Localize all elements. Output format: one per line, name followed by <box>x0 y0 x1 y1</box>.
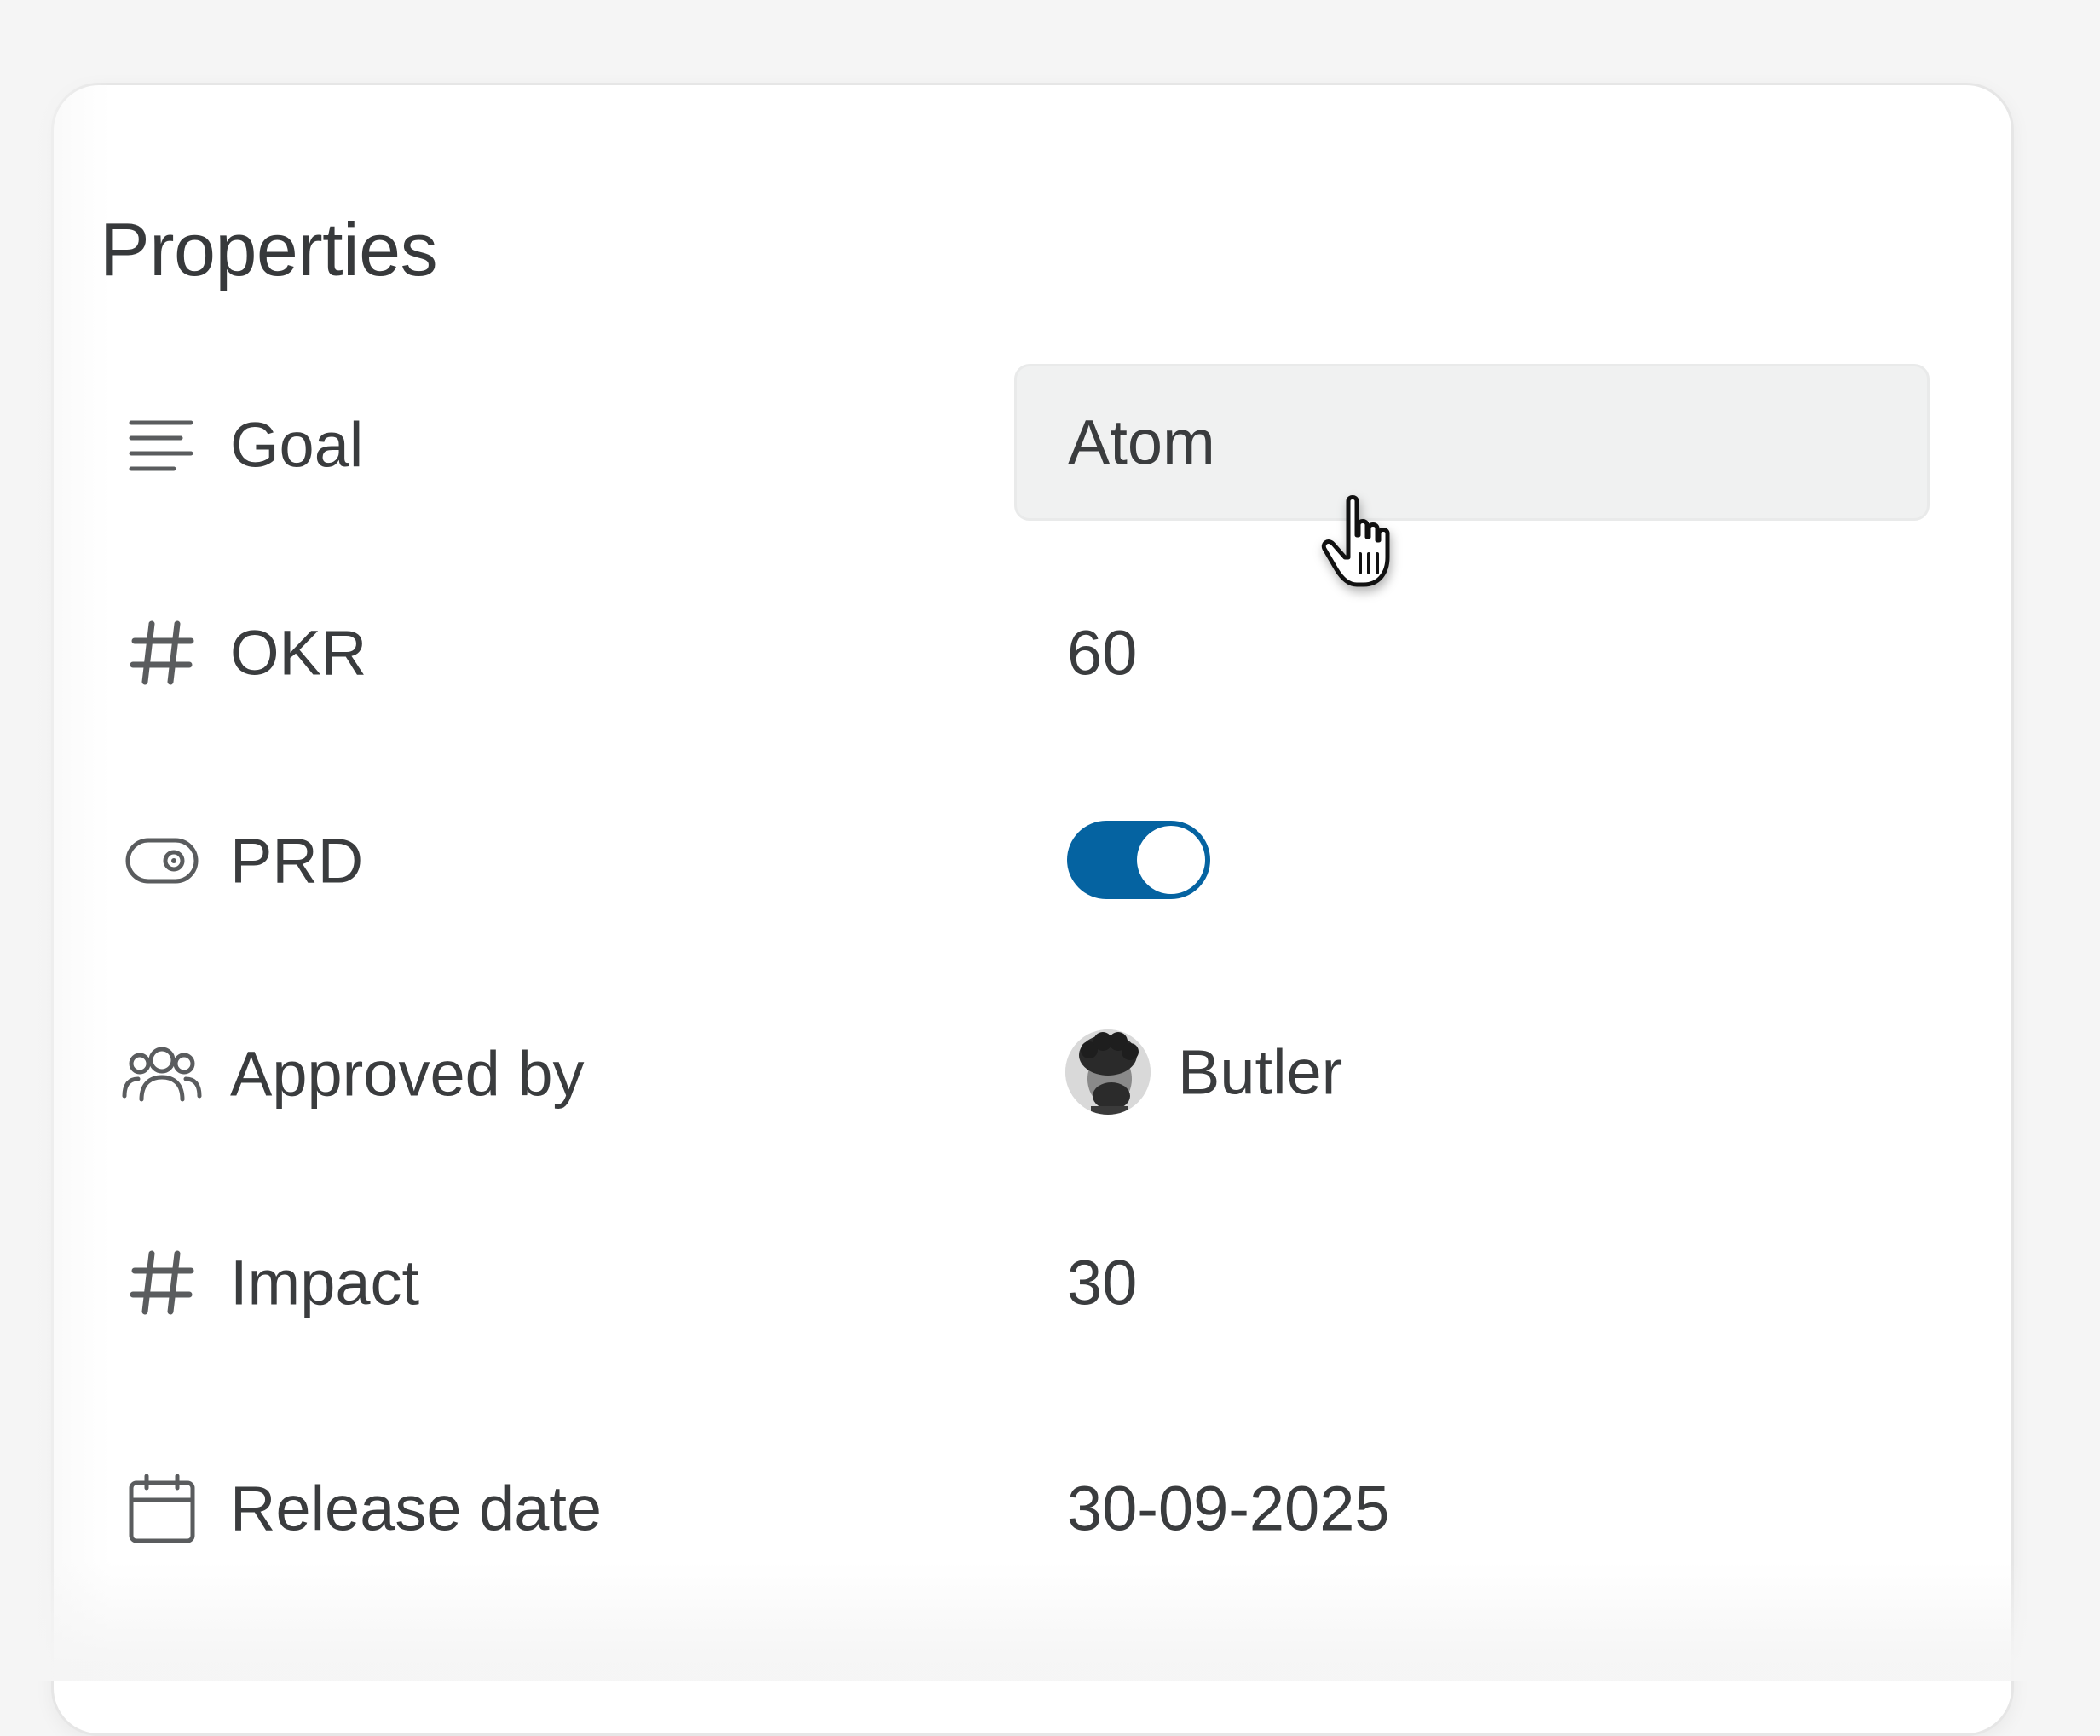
prd-toggle[interactable] <box>1067 821 1210 899</box>
impact-value[interactable]: 30 <box>1067 1247 1137 1319</box>
release-date-value[interactable]: 30-09-2025 <box>1067 1473 1390 1545</box>
people-icon <box>119 1031 205 1116</box>
property-label: Goal <box>230 409 364 481</box>
avatar[interactable] <box>1065 1029 1151 1115</box>
goal-value-field[interactable]: Atom <box>1014 364 1930 521</box>
property-label: Release date <box>230 1473 603 1544</box>
property-label: Approved by <box>230 1038 585 1110</box>
toggle-knob <box>1137 826 1205 894</box>
okr-value[interactable]: 60 <box>1067 617 1137 689</box>
panel-title: Properties <box>100 207 438 291</box>
property-row-approved-by: Approved by <box>119 1031 1926 1116</box>
hand-pointer-icon <box>1319 493 1418 591</box>
toggle-icon <box>119 818 205 903</box>
property-label: PRD <box>230 825 364 897</box>
property-label: Impact <box>230 1247 420 1318</box>
approver-name[interactable]: Butler <box>1178 1036 1342 1109</box>
property-row-release-date: Release date 30-09-2025 <box>119 1466 1926 1551</box>
hash-icon <box>119 1240 205 1325</box>
property-row-prd: PRD <box>119 818 1926 903</box>
property-label: OKR <box>230 617 367 689</box>
calendar-icon <box>119 1466 205 1551</box>
property-row-okr: OKR 60 <box>119 610 1926 695</box>
property-row-impact: Impact 30 <box>119 1240 1926 1325</box>
hash-icon <box>119 610 205 695</box>
goal-value: Atom <box>1068 407 1215 478</box>
text-lines-icon <box>119 402 205 487</box>
